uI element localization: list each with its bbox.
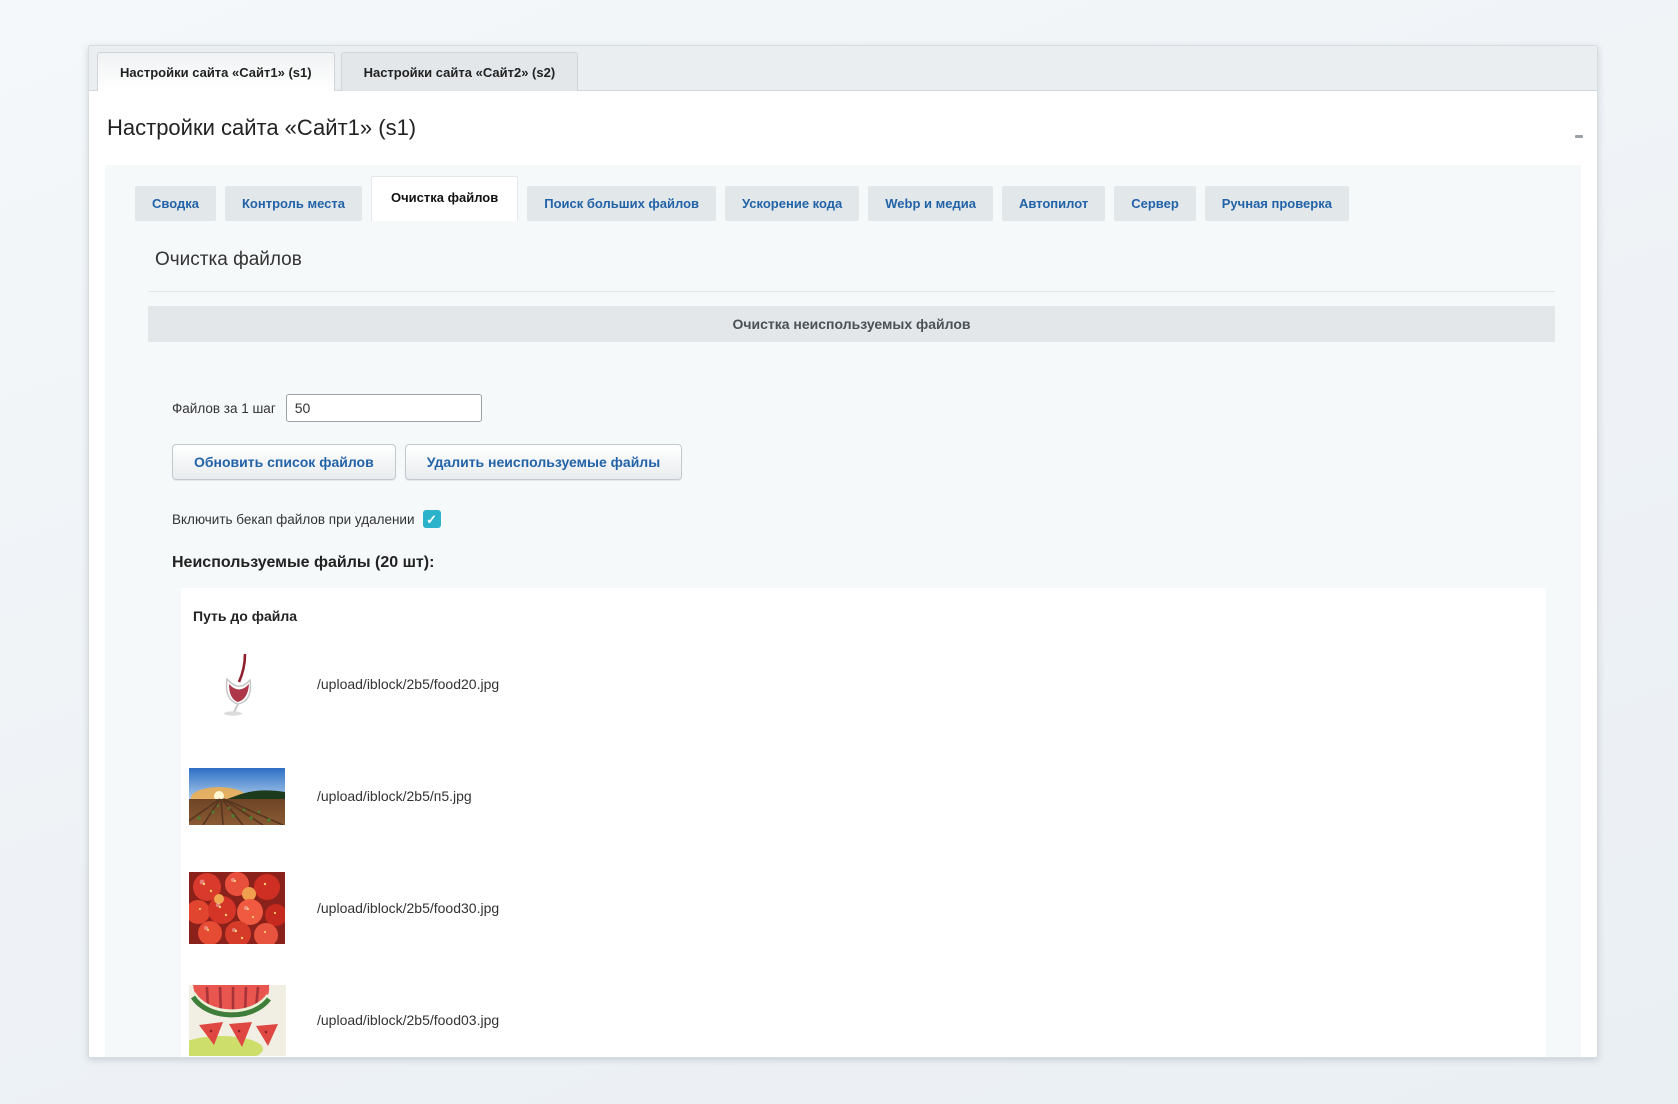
field-sunset-photo: [187, 768, 287, 825]
unused-files-table: Путь до файла /upload/iblock/2b5/fo: [181, 588, 1546, 1058]
tab-poisk-bolshih-faylov[interactable]: Поиск больших файлов: [527, 186, 716, 221]
panel-title-bar: Очистка неиспользуемых файлов: [148, 306, 1555, 342]
files-per-step-label: Файлов за 1 шаг: [172, 401, 276, 416]
backup-checkbox-row: Включить бекап файлов при удалении ✓: [172, 510, 1567, 528]
page-title: Настройки сайта «Сайт1» (s1): [107, 115, 1581, 141]
tab-server[interactable]: Сервер: [1114, 186, 1196, 221]
divider: [148, 291, 1555, 292]
file-row: /upload/iblock/2b5/food30.jpg: [181, 852, 1546, 964]
section-tab-bar: Сводка Контроль места Очистка файлов Пои…: [105, 165, 1581, 221]
tab-kontrol-mesta[interactable]: Контроль места: [225, 186, 362, 221]
file-path: /upload/iblock/2b5/food30.jpg: [317, 900, 499, 916]
files-per-step-input[interactable]: [286, 394, 482, 422]
title-row: Настройки сайта «Сайт1» (s1): [89, 91, 1597, 157]
tab-avtopilot[interactable]: Автопилот: [1002, 186, 1105, 221]
settings-window: Настройки сайта «Сайт1» (s1) Настройки с…: [88, 45, 1598, 1058]
file-row: /upload/iblock/2b5/п5.jpg: [181, 740, 1546, 852]
file-path: /upload/iblock/2b5/food20.jpg: [317, 676, 499, 692]
strawberries-photo: [187, 872, 287, 944]
backup-checkbox-label: Включить бекап файлов при удалении: [172, 512, 415, 527]
tab-content: Очистка файлов Очистка неиспользуемых фа…: [105, 221, 1581, 1058]
unused-files-heading: Неиспользуемые файлы (20 шт):: [172, 554, 1567, 572]
page: Настройки сайта «Сайт1» (s1) Настройки с…: [0, 0, 1678, 1104]
tab-uskorenie-koda[interactable]: Ускорение кода: [725, 186, 859, 221]
file-row: /upload/iblock/2b5/food20.jpg: [181, 628, 1546, 740]
window-tab-site2[interactable]: Настройки сайта «Сайт2» (s2): [341, 52, 579, 91]
check-icon: ✓: [426, 513, 437, 526]
backup-checkbox[interactable]: ✓: [423, 510, 441, 528]
actions-row: Обновить список файлов Удалить неиспольз…: [172, 444, 1567, 480]
watermelon-photo: [187, 985, 287, 1056]
tab-ruchnaya-proverka[interactable]: Ручная проверка: [1205, 186, 1349, 221]
delete-unused-files-button[interactable]: Удалить неиспользуемые файлы: [405, 444, 682, 480]
collapse-icon[interactable]: [1575, 135, 1583, 138]
window-tab-bar: Настройки сайта «Сайт1» (s1) Настройки с…: [89, 46, 1597, 91]
file-row: /upload/iblock/2b5/food03.jpg: [181, 964, 1546, 1058]
window-tab-site1[interactable]: Настройки сайта «Сайт1» (s1): [97, 52, 335, 91]
file-path: /upload/iblock/2b5/food03.jpg: [317, 1012, 499, 1028]
column-header-path: Путь до файла: [181, 600, 1546, 628]
file-path: /upload/iblock/2b5/п5.jpg: [317, 788, 472, 804]
tab-webp-i-media[interactable]: Webp и медиа: [868, 186, 993, 221]
tab-svodka[interactable]: Сводка: [135, 186, 216, 221]
settings-panel: Сводка Контроль места Очистка файлов Пои…: [105, 165, 1581, 1058]
tab-ochistka-faylov[interactable]: Очистка файлов: [371, 176, 518, 221]
files-per-step-row: Файлов за 1 шаг: [172, 394, 1567, 422]
section-heading: Очистка файлов: [155, 249, 1567, 271]
wine-pour-photo: [187, 652, 287, 716]
refresh-file-list-button[interactable]: Обновить список файлов: [172, 444, 396, 480]
